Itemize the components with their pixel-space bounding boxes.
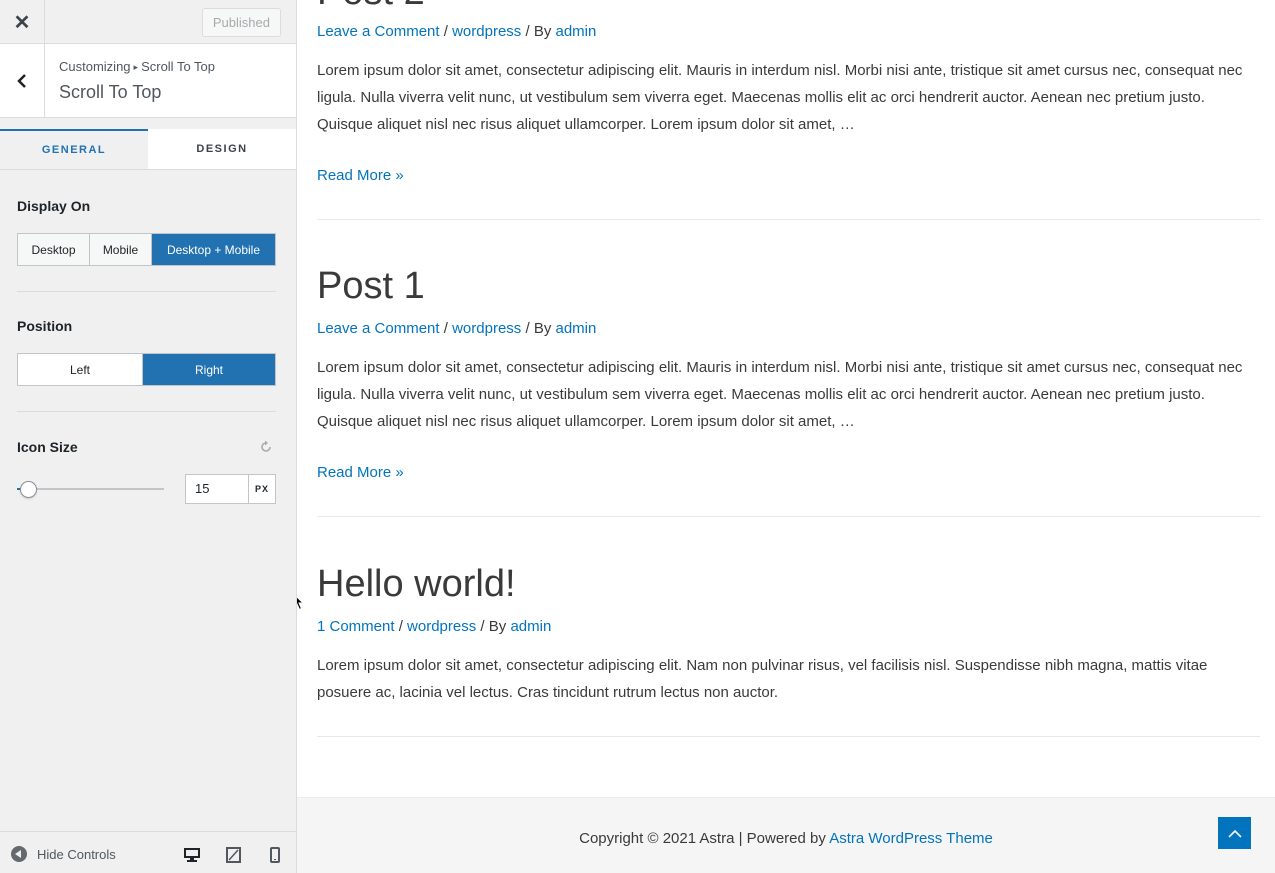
by-label: By	[488, 618, 507, 635]
position-left-option[interactable]: Left	[18, 354, 143, 385]
tab-design[interactable]: DESIGN	[148, 129, 296, 169]
display-desktop-option[interactable]: Desktop	[18, 234, 90, 265]
tablet-preview-icon[interactable]	[225, 847, 243, 863]
tab-general[interactable]: GENERAL	[0, 129, 148, 169]
read-more-link[interactable]: Read More »	[317, 464, 404, 481]
comment-link[interactable]: Leave a Comment	[317, 23, 440, 40]
post-meta: Leave a Comment / wordpress / By admin	[317, 23, 597, 40]
post-excerpt: Lorem ipsum dolor sit amet, consectetur …	[317, 359, 1243, 430]
post-separator	[317, 219, 1260, 220]
tab-bar: GENERAL DESIGN	[0, 129, 296, 170]
chevron-left-icon	[17, 73, 26, 88]
customizer-header: ✕ Published	[0, 0, 296, 44]
icon-size-label: Icon Size	[17, 439, 78, 455]
author-link[interactable]: admin	[510, 618, 551, 635]
scroll-to-top-button[interactable]	[1218, 817, 1251, 849]
display-desktop-mobile-option[interactable]: Desktop + Mobile	[152, 234, 275, 265]
chevron-up-icon	[1227, 829, 1242, 838]
section-title: Scroll To Top	[59, 82, 162, 102]
footer-copyright: Copyright © 2021 Astra | Powered by Astr…	[297, 830, 1275, 847]
site-footer: Copyright © 2021 Astra | Powered by Astr…	[297, 797, 1275, 873]
desktop-preview-icon[interactable]	[183, 847, 201, 863]
position-right-option[interactable]: Right	[143, 354, 275, 385]
post-title[interactable]: Post 1	[317, 267, 1260, 305]
section-header: Customizing ▸ Scroll To Top Scroll To Top	[0, 44, 296, 118]
customizer-sidebar: ✕ Published Customizing ▸ Scroll To Top Sc…	[0, 0, 297, 873]
category-link[interactable]: wordpress	[452, 320, 521, 337]
category-link[interactable]: wordpress	[452, 23, 521, 40]
icon-size-slider-track[interactable]	[17, 488, 164, 490]
display-on-group: Desktop Mobile Desktop + Mobile	[17, 233, 276, 266]
author-link[interactable]: admin	[556, 23, 597, 40]
site-preview: Post 2 Leave a Comment / wordpress / By …	[297, 0, 1275, 873]
post-separator	[317, 516, 1260, 517]
footer-theme-link[interactable]: Astra WordPress Theme	[829, 830, 993, 847]
breadcrumb-separator-icon: ▸	[133, 62, 139, 72]
mouse-cursor-icon	[297, 596, 305, 611]
position-group: Left Right	[17, 353, 276, 386]
read-more-link[interactable]: Read More »	[317, 167, 404, 184]
display-on-label: Display On	[17, 198, 91, 214]
breadcrumb: Customizing ▸ Scroll To Top	[59, 59, 215, 74]
by-label: By	[533, 23, 552, 40]
divider	[17, 291, 276, 292]
post-meta: Leave a Comment / wordpress / By admin	[317, 320, 597, 337]
post-title[interactable]: Post 2	[317, 0, 1260, 11]
breadcrumb-root: Customizing	[59, 59, 131, 74]
breadcrumb-current: Scroll To Top	[141, 59, 216, 74]
close-customizer-button[interactable]: ✕	[0, 0, 45, 44]
back-button[interactable]	[0, 44, 45, 117]
display-mobile-option[interactable]: Mobile	[90, 234, 152, 265]
post-excerpt: Lorem ipsum dolor sit amet, consectetur …	[317, 62, 1243, 133]
post-title[interactable]: Hello world!	[317, 565, 1260, 603]
footer-text: Copyright © 2021 Astra | Powered by	[579, 830, 830, 847]
icon-size-slider-handle[interactable]	[19, 481, 37, 498]
reset-icon[interactable]	[259, 440, 273, 454]
divider	[17, 411, 276, 412]
close-icon: ✕	[13, 11, 31, 34]
post-2: Post 2	[317, 0, 1260, 11]
post-hello-world: Hello world!	[317, 565, 1260, 603]
comment-link[interactable]: 1 Comment	[317, 618, 395, 635]
post-separator	[317, 736, 1260, 737]
position-label: Position	[17, 318, 73, 334]
hide-controls-label: Hide Controls	[37, 846, 116, 862]
icon-size-input[interactable]: 15	[185, 474, 249, 504]
published-button[interactable]: Published	[201, 8, 281, 37]
post-excerpt: Lorem ipsum dolor sit amet, consectetur …	[317, 657, 1208, 701]
icon-size-unit[interactable]: PX	[248, 474, 276, 504]
customizer-footer: Hide Controls	[0, 831, 296, 873]
post-1: Post 1	[317, 267, 1260, 305]
hide-controls-button[interactable]: Hide Controls	[11, 846, 116, 862]
mobile-preview-icon[interactable]	[266, 847, 284, 863]
author-link[interactable]: admin	[556, 320, 597, 337]
category-link[interactable]: wordpress	[407, 618, 476, 635]
comment-link[interactable]: Leave a Comment	[317, 320, 440, 337]
by-label: By	[533, 320, 552, 337]
collapse-arrow-icon	[11, 846, 27, 862]
post-meta: 1 Comment / wordpress / By admin	[317, 618, 552, 635]
